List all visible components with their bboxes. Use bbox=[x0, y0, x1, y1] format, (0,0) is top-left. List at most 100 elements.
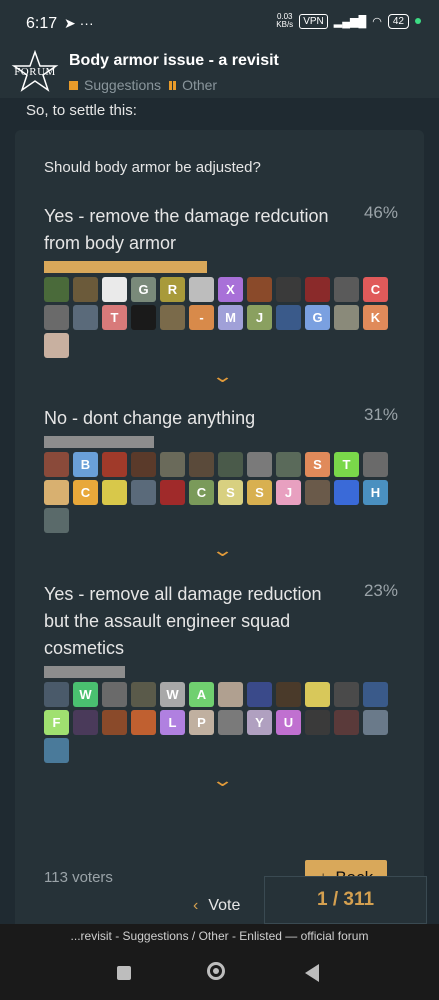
voter-avatar[interactable] bbox=[218, 452, 243, 477]
voter-avatar[interactable] bbox=[363, 452, 388, 477]
voter-avatar[interactable] bbox=[160, 452, 185, 477]
expand-chevron-icon[interactable]: ⌄ bbox=[211, 770, 234, 791]
voter-avatar[interactable]: C bbox=[189, 480, 214, 505]
voter-avatar[interactable] bbox=[334, 710, 359, 735]
poll-option-2[interactable]: No - dont change anything 31% BSTCCSSJH bbox=[44, 405, 398, 533]
voter-avatar[interactable] bbox=[305, 277, 330, 302]
voter-avatar[interactable] bbox=[247, 452, 272, 477]
topic-title[interactable]: Body armor issue - a revisit bbox=[69, 52, 279, 70]
voter-avatar[interactable] bbox=[247, 277, 272, 302]
signal-icon: ▂▄▆█ bbox=[333, 15, 367, 28]
voter-avatar[interactable] bbox=[334, 480, 359, 505]
voter-avatar[interactable] bbox=[102, 452, 127, 477]
voter-avatar[interactable]: T bbox=[334, 452, 359, 477]
expand-chevron-icon[interactable]: ⌄ bbox=[211, 366, 234, 387]
poll-option-label: Yes - remove all damage reduction but th… bbox=[44, 584, 322, 658]
voter-avatar[interactable] bbox=[276, 277, 301, 302]
back-nav-icon[interactable] bbox=[305, 964, 319, 982]
voter-avatar[interactable]: Y bbox=[247, 710, 272, 735]
voter-avatar[interactable] bbox=[276, 305, 301, 330]
category-suggestions[interactable]: Suggestions bbox=[69, 77, 161, 93]
voter-avatar[interactable] bbox=[73, 710, 98, 735]
voter-avatar[interactable] bbox=[44, 738, 69, 763]
voter-avatar[interactable]: R bbox=[160, 277, 185, 302]
status-time: 6:17 bbox=[26, 15, 58, 32]
voter-avatar[interactable]: M bbox=[218, 305, 243, 330]
voter-avatar[interactable] bbox=[102, 682, 127, 707]
voter-avatar[interactable] bbox=[160, 480, 185, 505]
voter-avatar[interactable]: W bbox=[73, 682, 98, 707]
voter-avatar[interactable] bbox=[131, 305, 156, 330]
category-split-icon bbox=[169, 81, 173, 90]
voter-avatar[interactable] bbox=[305, 710, 330, 735]
voter-avatar[interactable] bbox=[363, 710, 388, 735]
home-icon[interactable] bbox=[207, 962, 225, 980]
poll-option-1[interactable]: Yes - remove the damage redcution from b… bbox=[44, 203, 398, 358]
voter-avatar[interactable] bbox=[44, 480, 69, 505]
voter-avatar[interactable] bbox=[44, 333, 69, 358]
voter-avatar[interactable] bbox=[363, 682, 388, 707]
voter-avatar[interactable] bbox=[44, 277, 69, 302]
forum-logo[interactable]: FORUM bbox=[10, 49, 60, 94]
voter-avatar[interactable] bbox=[218, 682, 243, 707]
voter-avatar[interactable] bbox=[131, 480, 156, 505]
voter-avatar[interactable] bbox=[73, 277, 98, 302]
voter-avatar[interactable]: A bbox=[189, 682, 214, 707]
voter-avatar[interactable] bbox=[102, 480, 127, 505]
poll-result-bar bbox=[44, 261, 207, 273]
voter-avatar[interactable] bbox=[131, 452, 156, 477]
voter-avatar[interactable]: C bbox=[363, 277, 388, 302]
voter-avatars: BSTCCSSJH bbox=[44, 452, 398, 533]
voter-avatar[interactable]: G bbox=[305, 305, 330, 330]
voter-avatar[interactable]: P bbox=[189, 710, 214, 735]
recents-icon[interactable] bbox=[117, 966, 131, 980]
voter-avatar[interactable] bbox=[44, 305, 69, 330]
voter-avatar[interactable]: S bbox=[247, 480, 272, 505]
wifi-icon: ◠ bbox=[372, 15, 382, 28]
voter-avatar[interactable] bbox=[334, 682, 359, 707]
voter-avatar[interactable] bbox=[102, 710, 127, 735]
poll-result-bar bbox=[44, 666, 126, 678]
voter-avatar[interactable]: J bbox=[247, 305, 272, 330]
voter-avatar[interactable] bbox=[247, 682, 272, 707]
voter-avatar[interactable] bbox=[160, 305, 185, 330]
voter-avatar[interactable] bbox=[44, 682, 69, 707]
voter-avatar[interactable] bbox=[102, 277, 127, 302]
voter-avatar[interactable] bbox=[131, 710, 156, 735]
voter-avatar[interactable]: S bbox=[305, 452, 330, 477]
voter-avatar[interactable] bbox=[276, 682, 301, 707]
voter-avatar[interactable]: W bbox=[160, 682, 185, 707]
voter-avatar[interactable]: F bbox=[44, 710, 69, 735]
voter-avatar[interactable]: X bbox=[218, 277, 243, 302]
poll-option-3[interactable]: Yes - remove all damage reduction but th… bbox=[44, 581, 398, 763]
vote-link[interactable]: ‹ Vote bbox=[193, 897, 240, 915]
voter-avatar[interactable]: - bbox=[189, 305, 214, 330]
expand-chevron-icon[interactable]: ⌄ bbox=[211, 540, 234, 561]
voter-avatar[interactable]: L bbox=[160, 710, 185, 735]
voter-avatar[interactable] bbox=[131, 682, 156, 707]
voter-avatar[interactable]: B bbox=[73, 452, 98, 477]
category-other[interactable]: Other bbox=[169, 77, 217, 93]
voter-avatar[interactable]: G bbox=[131, 277, 156, 302]
voter-avatar[interactable] bbox=[334, 305, 359, 330]
voter-avatar[interactable] bbox=[334, 277, 359, 302]
voter-avatar[interactable] bbox=[276, 452, 301, 477]
topic-progress[interactable]: 1 / 311 bbox=[264, 876, 427, 924]
voter-avatar[interactable]: T bbox=[102, 305, 127, 330]
voter-avatar[interactable]: S bbox=[218, 480, 243, 505]
voter-avatar[interactable]: U bbox=[276, 710, 301, 735]
voter-avatar[interactable] bbox=[189, 452, 214, 477]
voter-avatar[interactable] bbox=[44, 452, 69, 477]
voter-avatar[interactable]: K bbox=[363, 305, 388, 330]
voter-avatar[interactable]: H bbox=[363, 480, 388, 505]
voter-avatar[interactable]: J bbox=[276, 480, 301, 505]
voter-avatar[interactable] bbox=[305, 682, 330, 707]
voter-avatar[interactable] bbox=[218, 710, 243, 735]
voter-avatar[interactable]: C bbox=[73, 480, 98, 505]
voter-avatar[interactable] bbox=[73, 305, 98, 330]
voter-avatars: WWAFLPYU bbox=[44, 682, 398, 763]
voter-avatar[interactable] bbox=[305, 480, 330, 505]
voter-avatar[interactable] bbox=[44, 508, 69, 533]
voter-avatar[interactable] bbox=[189, 277, 214, 302]
logo-text: FORUM bbox=[14, 66, 56, 78]
